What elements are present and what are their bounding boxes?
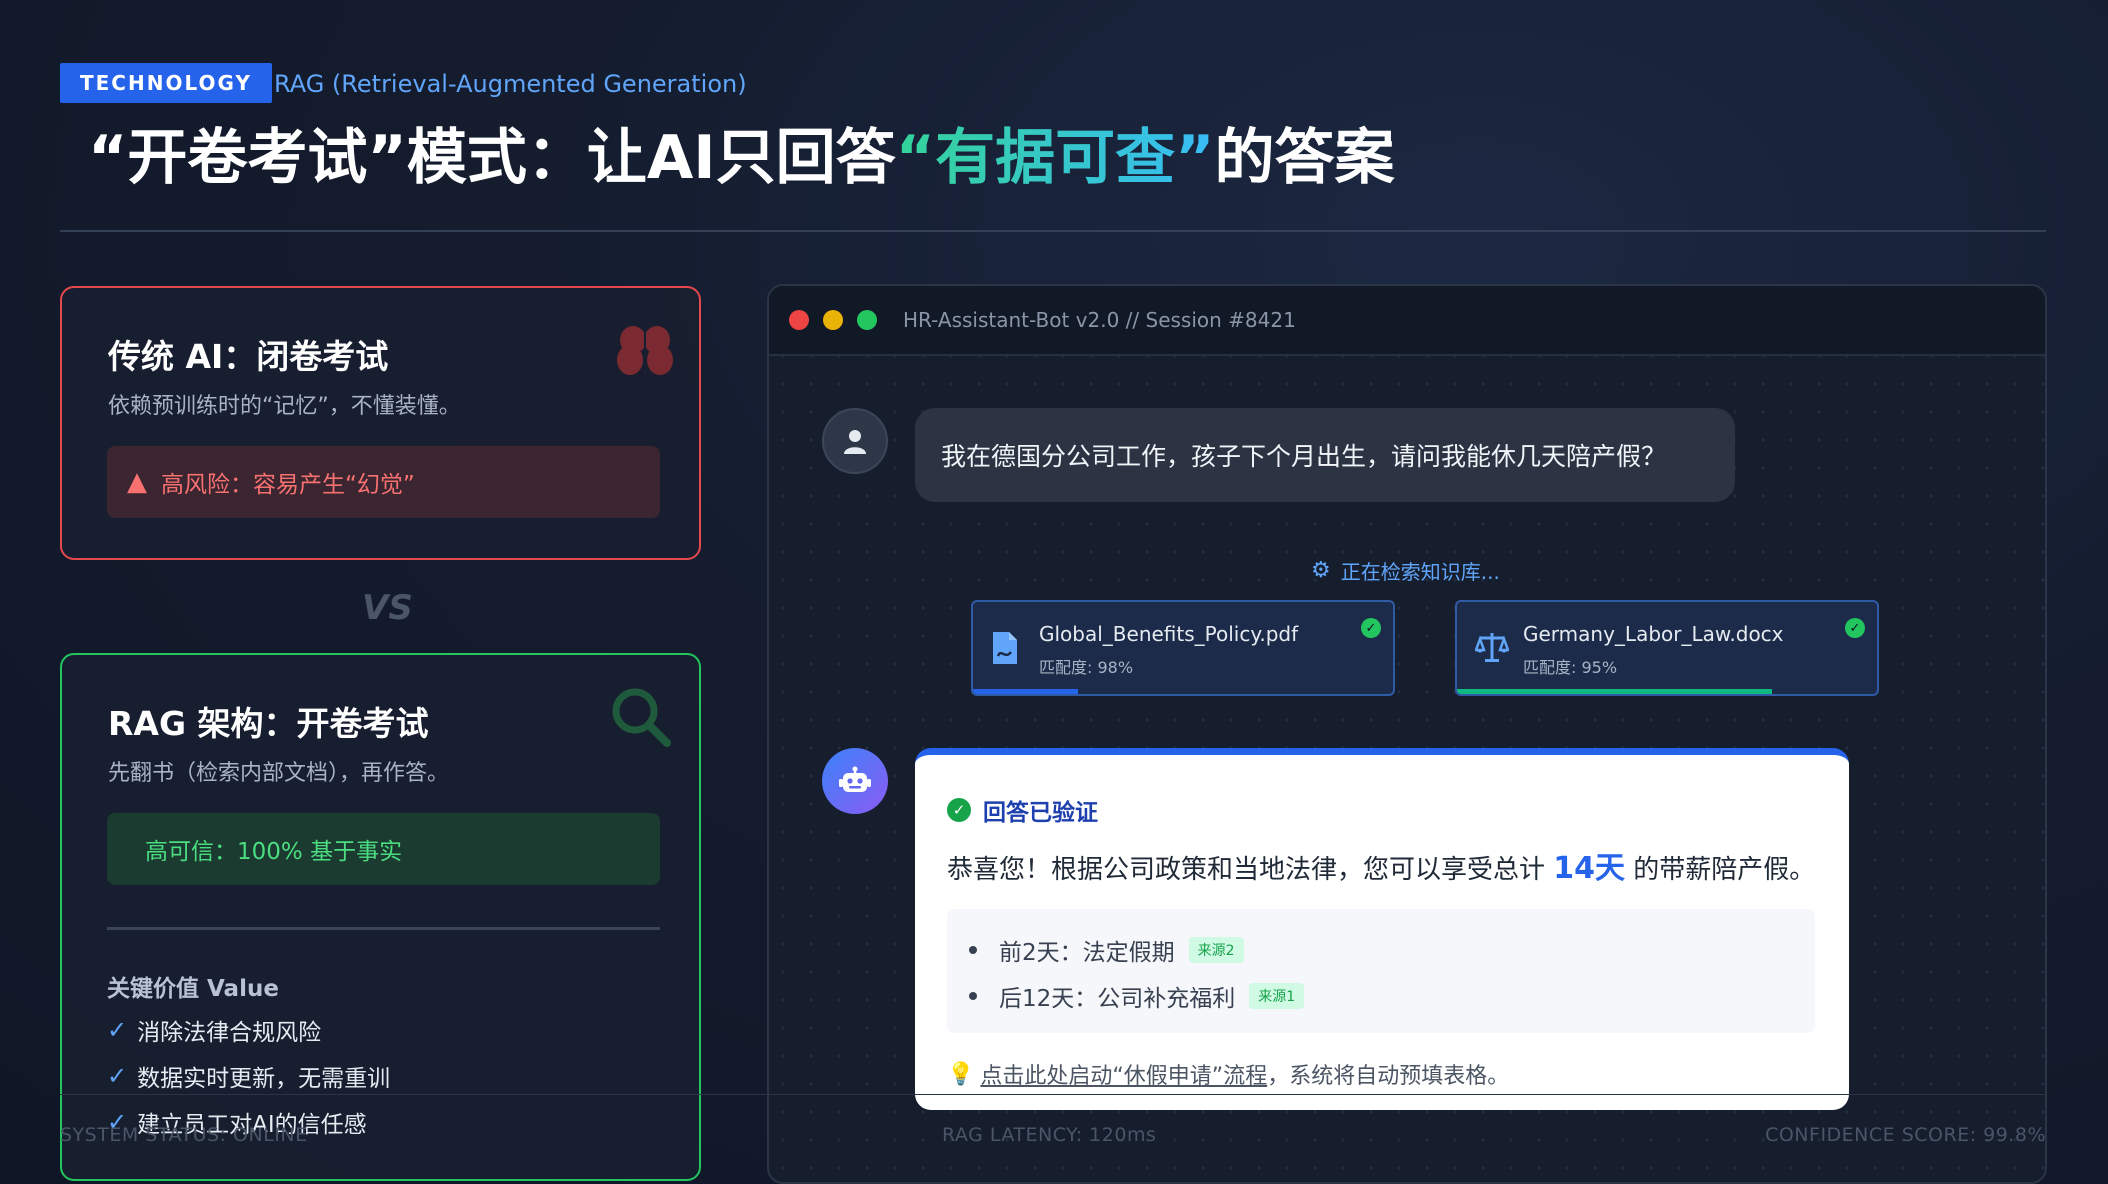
pdf-file-icon <box>991 630 1019 670</box>
check-circle-icon: ✓ <box>1845 618 1865 638</box>
title-part-2: 的答案 <box>1214 123 1395 193</box>
doc-name: Germany_Labor_Law.docx <box>1523 622 1784 646</box>
rag-title: RAG 架构：开卷考试 <box>108 704 429 743</box>
answer-text-after: 的带薪陪产假。 <box>1633 855 1816 885</box>
bot-avatar <box>822 748 888 814</box>
answer-days: 14天 <box>1553 851 1626 886</box>
verified-label: ✓ 回答已验证 <box>947 793 1098 827</box>
check-icon: ✓ <box>107 1016 128 1044</box>
value-title: 关键价值 Value <box>107 976 279 1002</box>
vs-label: VS <box>362 588 413 628</box>
source-badge[interactable]: 来源2 <box>1188 937 1244 963</box>
rag-card: RAG 架构：开卷考试 先翻书（检索内部文档），再作答。 高可信：100% 基于… <box>60 653 701 1181</box>
search-status-text: 正在检索知识库... <box>1340 560 1500 584</box>
user-message: 我在德国分公司工作，孩子下个月出生，请问我能休几天陪产假？ <box>915 408 1735 502</box>
system-status: SYSTEM STATUS: ONLINE <box>60 1124 308 1146</box>
user-avatar <box>822 408 888 474</box>
scale-icon <box>1474 630 1510 668</box>
traditional-title: 传统 AI：闭卷考试 <box>108 337 389 376</box>
doc-progress-fill <box>1457 689 1772 694</box>
trust-badge: 高可信：100% 基于事实 <box>107 813 660 885</box>
bullet-icon <box>969 992 977 1000</box>
technology-tag: TECHNOLOGY <box>60 63 272 103</box>
doc-progress-fill <box>973 689 1078 694</box>
lightbulb-icon: 💡 <box>947 1061 975 1087</box>
subtitle: RAG (Retrieval-Augmented Generation) <box>274 70 747 98</box>
list-item: 前2天：法定假期 来源2 <box>969 933 1244 967</box>
risk-warning: ▲ 高风险：容易产生“幻觉” <box>107 446 660 518</box>
value-item-label: 消除法律合规风险 <box>137 1020 322 1046</box>
value-item: ✓ 数据实时更新，无需重训 <box>107 1059 390 1093</box>
page-title: “开卷考试”模式：让AI只回答“有据可查”的答案 <box>88 118 1395 198</box>
check-circle-icon: ✓ <box>947 798 971 822</box>
check-circle-icon: ✓ <box>1361 618 1381 638</box>
brain-icon <box>613 318 677 386</box>
header-divider <box>60 230 2046 232</box>
confidence-score: CONFIDENCE SCORE: 99.8% <box>1765 1124 2046 1146</box>
leave-request-link[interactable]: 点击此处启动“休假申请”流程 <box>980 1058 1267 1090</box>
search-icon <box>609 685 673 753</box>
search-status: ⚙ 正在检索知识库... <box>1311 556 1500 585</box>
risk-text: 高风险：容易产生“幻觉” <box>161 472 415 498</box>
doc-match: 匹配度: 98% <box>1039 658 1134 677</box>
rag-desc: 先翻书（检索内部文档），再作答。 <box>108 761 450 786</box>
footer-divider <box>60 1094 2046 1095</box>
gear-icon: ⚙ <box>1311 558 1331 583</box>
robot-icon <box>839 766 871 792</box>
chat-window: HR-Assistant-Bot v2.0 // Session #8421 我… <box>767 284 2047 1184</box>
title-highlight: “有据可查” <box>895 123 1215 193</box>
check-icon: ✓ <box>107 1062 128 1090</box>
point-text: 后12天：公司补充福利 <box>999 986 1236 1012</box>
leave-request-cta: 💡 点击此处启动“休假申请”流程 ，系统将自动预填表格。 <box>947 1058 1509 1090</box>
rag-card-divider <box>107 927 660 930</box>
doc-name: Global_Benefits_Policy.pdf <box>1039 622 1299 646</box>
minimize-window-button[interactable] <box>823 310 843 330</box>
user-icon <box>844 430 866 454</box>
verified-text: 回答已验证 <box>983 800 1098 826</box>
point-text: 前2天：法定假期 <box>999 940 1175 966</box>
doc-match: 匹配度: 95% <box>1523 658 1618 677</box>
cta-rest: ，系统将自动预填表格。 <box>1267 1064 1510 1089</box>
doc-progress <box>1457 689 1877 694</box>
title-part-1: “开卷考试”模式：让AI只回答 <box>88 123 896 193</box>
source-doc-card[interactable]: Global_Benefits_Policy.pdf 匹配度: 98% ✓ <box>971 600 1395 696</box>
value-item: ✓ 消除法律合规风险 <box>107 1013 321 1047</box>
source-doc-card[interactable]: Germany_Labor_Law.docx 匹配度: 95% ✓ <box>1455 600 1879 696</box>
bullet-icon <box>969 946 977 954</box>
rag-latency: RAG LATENCY: 120ms <box>942 1124 1157 1146</box>
traditional-ai-card: 传统 AI：闭卷考试 依赖预训练时的“记忆”，不懂装懂。 ▲ 高风险：容易产生“… <box>60 286 701 560</box>
maximize-window-button[interactable] <box>857 310 877 330</box>
traditional-desc: 依赖预训练时的“记忆”，不懂装懂。 <box>108 394 461 419</box>
doc-progress <box>973 689 1393 694</box>
value-item-label: 数据实时更新，无需重训 <box>137 1066 391 1092</box>
answer-text: 恭喜您！根据公司政策和当地法律，您可以享受总计 14天 的带薪陪产假。 <box>947 843 1815 887</box>
source-badge[interactable]: 来源1 <box>1249 983 1305 1009</box>
answer-breakdown: 前2天：法定假期 来源2 后12天：公司补充福利 来源1 <box>947 909 1815 1033</box>
window-titlebar: HR-Assistant-Bot v2.0 // Session #8421 <box>769 286 2045 356</box>
window-title: HR-Assistant-Bot v2.0 // Session #8421 <box>903 308 1296 332</box>
close-window-button[interactable] <box>789 310 809 330</box>
warning-icon: ▲ <box>127 467 147 497</box>
bot-answer: ✓ 回答已验证 恭喜您！根据公司政策和当地法律，您可以享受总计 14天 的带薪陪… <box>915 748 1849 1110</box>
answer-text-before: 恭喜您！根据公司政策和当地法律，您可以享受总计 <box>947 855 1546 885</box>
list-item: 后12天：公司补充福利 来源1 <box>969 979 1305 1013</box>
